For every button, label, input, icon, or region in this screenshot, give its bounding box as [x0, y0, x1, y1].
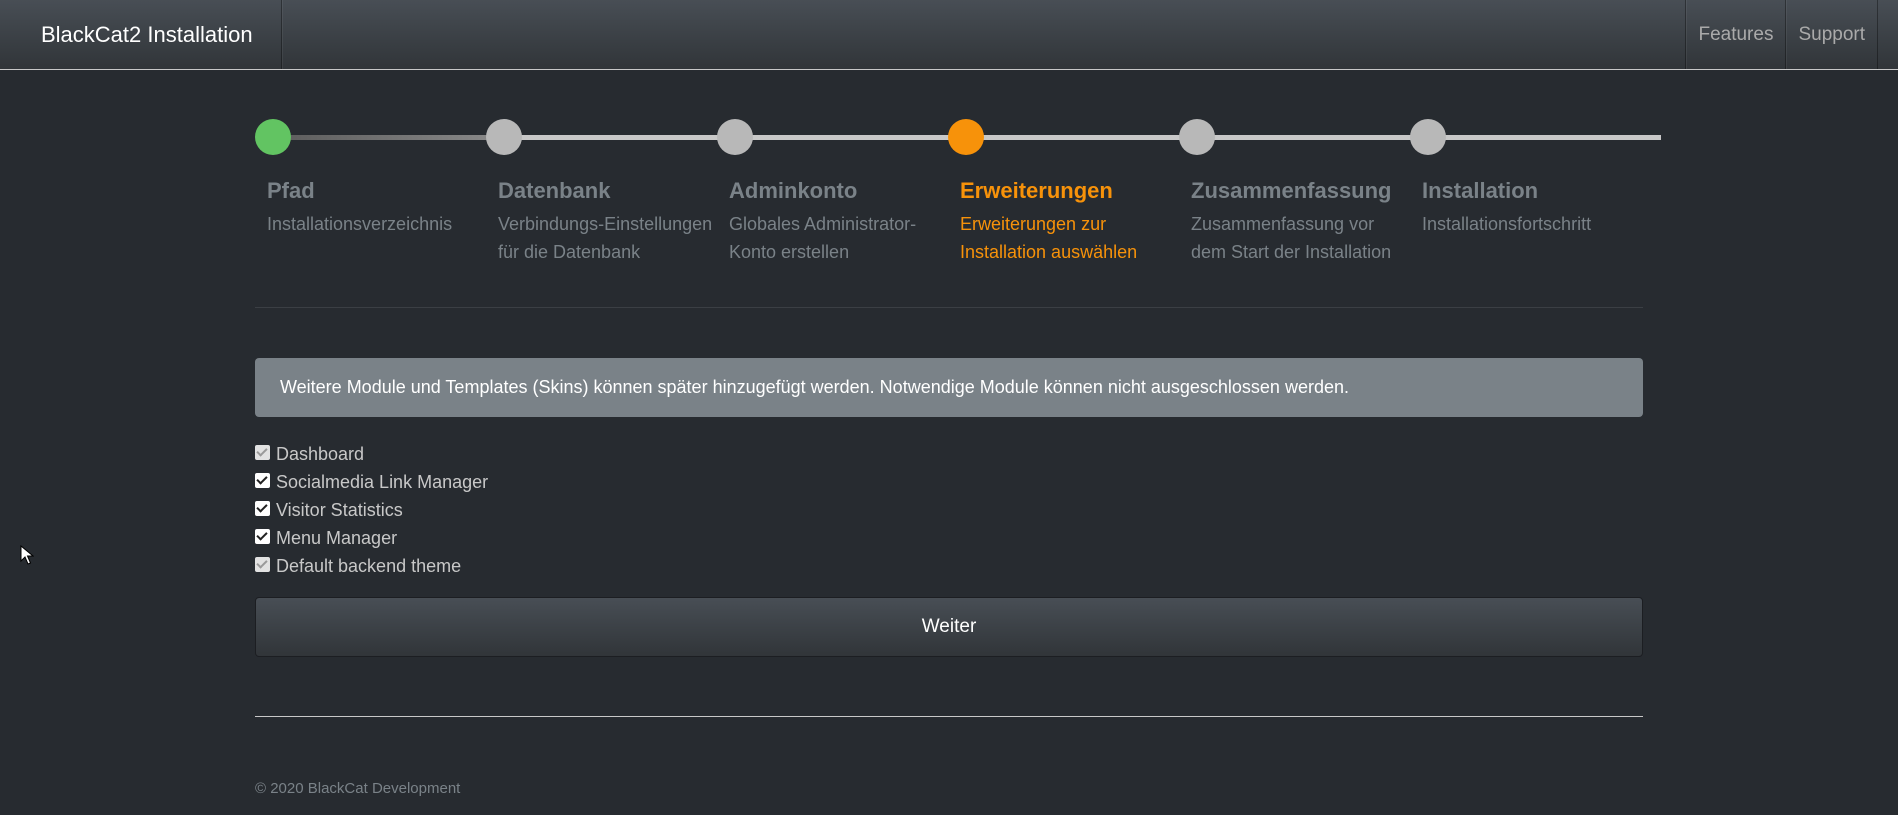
wizard-steps: Pfad Installationsverzeichnis Datenbank …	[255, 118, 1661, 308]
module-label: Default backend theme	[276, 555, 462, 576]
module-item-default-backend-theme: Default backend theme	[255, 552, 488, 580]
step-description: Installationsfortschritt	[1422, 214, 1592, 234]
module-label: Menu Manager	[276, 527, 398, 548]
step-indicator	[717, 119, 753, 155]
step-title: Installation	[1422, 178, 1539, 203]
module-label: Socialmedia Link Manager	[276, 471, 489, 492]
module-label: Visitor Statistics	[276, 499, 403, 520]
checkbox-dashboard[interactable]	[255, 444, 270, 460]
module-item-menu-manager: Menu Manager	[255, 524, 488, 552]
top-navbar: BlackCat2 Installation Features Support	[0, 0, 1898, 70]
step-title: Zusammenfassung	[1191, 178, 1392, 203]
mouse-pointer-icon	[20, 545, 34, 565]
step-indicator	[486, 119, 522, 155]
checkbox-menu-manager[interactable]	[255, 528, 270, 544]
wizard-track-completed	[274, 135, 505, 140]
footer-divider	[255, 716, 1643, 717]
module-item-socialmedia-link-manager: Socialmedia Link Manager	[255, 468, 488, 496]
checkbox-visitor-statistics[interactable]	[255, 500, 270, 516]
navbar-spacer	[282, 0, 1685, 69]
step-description: Erweiterungen zur Installation auswählen	[960, 214, 1138, 262]
nav-link-features[interactable]: Features	[1685, 0, 1785, 69]
step-description: Installationsverzeichnis	[267, 214, 453, 234]
module-label: Dashboard	[276, 443, 365, 464]
step-title: Pfad	[267, 178, 315, 203]
info-alert: Weitere Module und Templates (Skins) kön…	[255, 358, 1643, 417]
nav-link-support[interactable]: Support	[1785, 0, 1878, 69]
step-indicator-active	[948, 119, 984, 155]
wizard-divider	[255, 307, 1643, 308]
step-title: Datenbank	[498, 178, 611, 203]
footer-copyright: © 2020 BlackCat Development	[255, 780, 461, 797]
step-description: Globales Administrator-Konto erstellen	[729, 214, 917, 262]
step-title: Adminkonto	[729, 178, 858, 203]
next-button[interactable]: Weiter	[255, 597, 1643, 657]
checkbox-socialmedia-link-manager[interactable]	[255, 472, 270, 488]
step-indicator	[1410, 119, 1446, 155]
step-description: Verbindungs-Einstellungen für die Datenb…	[498, 214, 713, 262]
module-list: Dashboard Socialmedia Link Manager Visit…	[255, 440, 488, 580]
step-indicator	[1179, 119, 1215, 155]
module-item-dashboard: Dashboard	[255, 440, 488, 468]
brand-title[interactable]: BlackCat2 Installation	[0, 0, 282, 69]
step-title: Erweiterungen	[960, 178, 1113, 203]
step-description: Zusammenfassung vor dem Start der Instal…	[1191, 214, 1392, 262]
module-item-visitor-statistics: Visitor Statistics	[255, 496, 488, 524]
checkbox-default-backend-theme[interactable]	[255, 556, 270, 572]
step-indicator-done	[255, 119, 291, 155]
